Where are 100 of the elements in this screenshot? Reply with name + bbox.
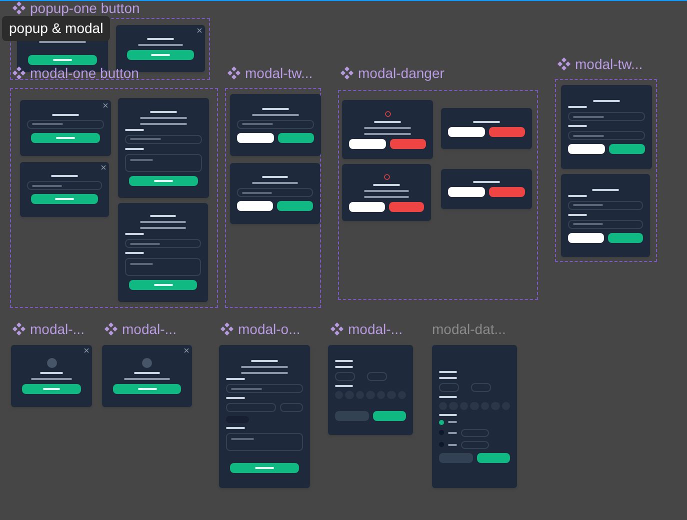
text-line [125, 252, 144, 254]
cancel-button[interactable] [349, 202, 384, 212]
cancel-button[interactable] [448, 126, 484, 136]
radio-button[interactable] [439, 420, 444, 424]
frame-label[interactable]: modal-one button [30, 65, 139, 81]
text-line [364, 132, 411, 134]
frame-label[interactable]: modal-tw... [245, 65, 313, 81]
text-line [231, 438, 254, 440]
input-field[interactable] [460, 440, 489, 448]
input-field[interactable] [568, 200, 643, 210]
text-line [150, 215, 176, 217]
text-line [568, 214, 587, 216]
input-field[interactable] [237, 120, 314, 128]
input-field[interactable] [460, 428, 489, 436]
text-line [262, 108, 289, 110]
confirm-button[interactable] [277, 201, 313, 211]
confirm-button[interactable] [127, 50, 194, 60]
confirm-button[interactable] [372, 410, 406, 420]
text-line [52, 58, 72, 60]
frame-label[interactable]: modal-dat... [432, 321, 506, 337]
date-field[interactable] [226, 403, 276, 412]
text-line [439, 376, 457, 378]
delete-button[interactable] [390, 138, 426, 148]
text-line [40, 372, 64, 374]
frame-label[interactable]: modal-tw... [575, 56, 643, 72]
close-icon[interactable] [197, 28, 202, 33]
frame-label[interactable]: modal-... [30, 321, 84, 337]
component-icon [340, 66, 354, 80]
tooltip: popup & modal [2, 16, 110, 41]
number-field[interactable] [439, 382, 459, 392]
text-line [573, 223, 603, 225]
text-line [140, 221, 186, 223]
textarea-field[interactable] [125, 154, 202, 172]
cancel-button[interactable] [568, 144, 604, 154]
text-line [56, 136, 76, 138]
delete-button[interactable] [488, 126, 525, 136]
input-field[interactable] [125, 239, 201, 248]
text-line [568, 194, 587, 196]
confirm-button[interactable] [476, 452, 510, 462]
input-field[interactable] [27, 120, 104, 128]
frame-label[interactable]: modal-... [122, 321, 176, 337]
frame-label[interactable]: modal-... [348, 321, 402, 337]
cancel-button[interactable] [568, 232, 604, 242]
close-icon[interactable] [84, 348, 89, 353]
text-line [473, 181, 500, 183]
text-line [51, 175, 78, 177]
text-line [448, 432, 457, 434]
close-icon[interactable] [101, 165, 106, 170]
textarea-field[interactable] [226, 433, 303, 451]
cancel-button[interactable] [349, 138, 386, 148]
avatar-icon [46, 358, 56, 368]
component-icon [104, 322, 118, 336]
input-field[interactable] [27, 181, 102, 190]
confirm-button[interactable] [278, 132, 314, 142]
frame-label[interactable]: modal-danger [358, 65, 444, 81]
component-icon [12, 66, 26, 80]
confirm-button[interactable] [22, 384, 81, 394]
confirm-button[interactable] [608, 232, 643, 242]
confirm-button[interactable] [28, 54, 97, 64]
text-line [134, 372, 160, 374]
component-icon [12, 1, 26, 15]
delete-button[interactable] [388, 202, 424, 212]
text-line [124, 378, 170, 380]
text-line [125, 128, 144, 130]
text-line [251, 360, 278, 362]
unit-select[interactable] [470, 382, 491, 392]
input-field[interactable] [568, 131, 645, 140]
frame-label[interactable]: modal-o... [238, 321, 300, 337]
text-line [241, 372, 288, 374]
warning-icon [384, 174, 390, 180]
component-icon [330, 322, 344, 336]
text-line [373, 184, 400, 186]
cancel-button[interactable] [448, 187, 484, 197]
input-field[interactable] [226, 384, 303, 393]
text-line [241, 366, 288, 368]
time-field[interactable] [280, 403, 303, 412]
component-icon [557, 57, 571, 71]
cancel-button[interactable] [237, 132, 274, 142]
input-field[interactable] [237, 188, 313, 197]
text-line [242, 123, 273, 125]
cancel-button[interactable] [237, 201, 273, 211]
number-field[interactable] [335, 372, 355, 380]
input-field[interactable] [125, 134, 202, 144]
confirm-button[interactable] [608, 144, 645, 154]
confirm-button[interactable] [129, 176, 198, 186]
text-line [154, 284, 172, 286]
close-icon[interactable] [184, 348, 189, 353]
frame-label[interactable]: popup-one button [30, 1, 140, 15]
text-line [154, 180, 174, 182]
close-icon[interactable] [103, 103, 108, 108]
text-line [231, 388, 262, 390]
input-field[interactable] [568, 112, 645, 121]
textarea-field[interactable] [125, 258, 201, 276]
confirm-button[interactable] [31, 132, 100, 142]
text-line [473, 120, 500, 122]
text-line [254, 467, 274, 469]
delete-button[interactable] [488, 187, 525, 197]
text-line [226, 427, 246, 429]
unit-select[interactable] [366, 372, 387, 380]
input-field[interactable] [568, 220, 643, 228]
